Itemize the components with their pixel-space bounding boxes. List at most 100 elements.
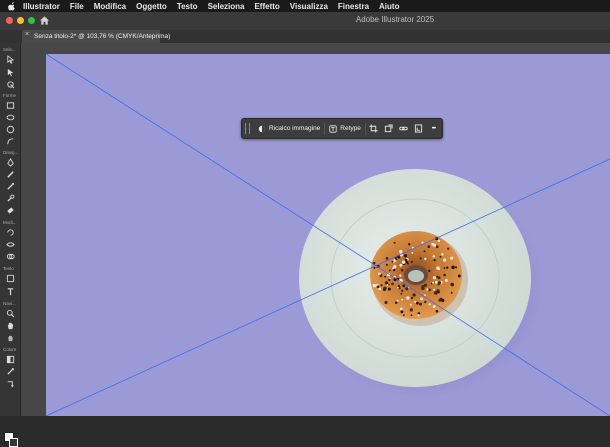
artboard[interactable] [46, 54, 610, 416]
sprinkle [393, 241, 396, 244]
direct-selection-tool-icon[interactable] [5, 67, 16, 77]
sprinkle [441, 253, 444, 256]
sprinkle [438, 298, 442, 302]
tool-group-label: Forme [3, 93, 17, 98]
blob-brush-tool-icon[interactable] [5, 193, 16, 203]
sprinkle [405, 287, 409, 291]
sprinkle [436, 266, 440, 270]
sprinkle [409, 303, 412, 306]
menu-oggetto[interactable]: Oggetto [136, 2, 167, 11]
sprinkle [409, 308, 413, 312]
polygon-tool-icon[interactable] [5, 124, 16, 134]
sprinkle [446, 266, 449, 269]
shaper-tool-icon[interactable] [5, 136, 16, 146]
sprinkle [403, 254, 408, 258]
link-icon[interactable] [396, 119, 411, 138]
document-tab[interactable]: Senza titolo-2* @ 103,76 % (CMYK/Antepri… [22, 30, 170, 43]
sprinkle [392, 268, 396, 272]
selection-tool-icon[interactable] [5, 54, 16, 64]
sprinkle [434, 280, 438, 284]
menu-seleziona[interactable]: Seleziona [208, 2, 245, 11]
sprinkle [373, 266, 376, 269]
sprinkle [408, 243, 411, 246]
tool-group-label: Sele... [3, 47, 16, 52]
image-trace-icon [258, 125, 266, 132]
sprinkle [384, 281, 389, 285]
pencil-tool-icon[interactable] [5, 169, 16, 179]
stroke-swatch[interactable] [9, 438, 18, 447]
eraser-tool-icon[interactable] [5, 205, 16, 215]
sprinkle [417, 314, 420, 317]
sprinkle [454, 266, 458, 269]
image-trace-button[interactable]: Ricalco immagine [254, 119, 324, 138]
magic-wand-tool-icon[interactable] [5, 79, 16, 89]
print-tiling-tool-icon[interactable] [5, 332, 16, 342]
gradient-tool-icon[interactable] [5, 354, 16, 364]
menu-effetto[interactable]: Effetto [254, 2, 279, 11]
retype-icon [329, 124, 337, 133]
apple-icon[interactable] [7, 1, 17, 11]
menu-visualizza[interactable]: Visualizza [290, 2, 328, 11]
zoom-tool-icon[interactable] [5, 308, 16, 318]
tool-group-label: Testo [3, 266, 14, 271]
sprinkle [394, 301, 398, 304]
type-tool-icon[interactable] [5, 286, 16, 296]
sprinkle [421, 241, 424, 244]
app-title-bar: Adobe Illustrator 2025 [0, 12, 610, 31]
menu-aiuto[interactable]: Aiuto [379, 2, 399, 11]
sprinkle [414, 300, 417, 303]
retype-tool-icon[interactable] [5, 273, 16, 283]
eyedropper-tool-icon[interactable] [5, 366, 16, 376]
sprinkle [428, 269, 431, 273]
drag-handle[interactable] [245, 123, 250, 134]
sprinkle [377, 272, 381, 276]
ellipse-tool-icon[interactable] [5, 112, 16, 122]
width-tool-icon[interactable] [5, 239, 16, 249]
app-title: Adobe Illustrator 2025 [355, 15, 435, 24]
more-icon[interactable]: ••• [426, 119, 441, 138]
sprinkle [380, 284, 383, 287]
swap-colors-icon[interactable] [5, 378, 16, 388]
sprinkle [382, 287, 386, 291]
sprinkle [432, 276, 436, 280]
sprinkle [435, 245, 439, 249]
crop-icon[interactable] [366, 119, 381, 138]
sprinkle [433, 288, 436, 291]
sprinkle [436, 289, 440, 293]
menu-illustrator[interactable]: Illustrator [23, 2, 60, 11]
rotate-tool-icon[interactable] [5, 227, 16, 237]
sprinkle [372, 283, 377, 288]
brush-tool-icon[interactable] [5, 181, 16, 191]
sprinkle [457, 274, 461, 278]
sprinkle [433, 258, 436, 262]
sprinkle [385, 257, 389, 260]
retype-button[interactable]: Retype [325, 119, 365, 138]
menu-modifica[interactable]: Modifica [94, 2, 126, 11]
sprinkle [386, 284, 389, 287]
shape-builder-tool-icon[interactable] [5, 251, 16, 261]
sprinkle [442, 258, 447, 262]
sprinkle [388, 269, 391, 272]
menu-finestra[interactable]: Finestra [338, 2, 369, 11]
placed-image[interactable] [46, 54, 610, 416]
close-tab-icon[interactable]: × [25, 31, 29, 38]
sprinkle [401, 298, 404, 301]
sprinkle [399, 274, 402, 277]
document-tab-label: Senza titolo-2* @ 103,76 % (CMYK/Antepri… [34, 33, 171, 40]
sprinkle [424, 283, 428, 287]
sprinkle [410, 260, 413, 263]
menu-testo[interactable]: Testo [177, 2, 198, 11]
sprinkle [407, 262, 409, 265]
rectangle-tool-icon[interactable] [5, 100, 16, 110]
sprinkle [401, 289, 404, 292]
hand-tool-icon[interactable] [5, 320, 16, 330]
menu-file[interactable]: File [70, 2, 84, 11]
place-icon[interactable] [381, 119, 396, 138]
sprinkle [436, 275, 439, 278]
sprinkle [402, 284, 406, 288]
embed-icon[interactable] [411, 119, 426, 138]
sprinkle [423, 250, 426, 253]
sprinkle [378, 287, 382, 291]
pen-tool-icon[interactable] [5, 157, 16, 167]
sprinkle [426, 288, 429, 291]
